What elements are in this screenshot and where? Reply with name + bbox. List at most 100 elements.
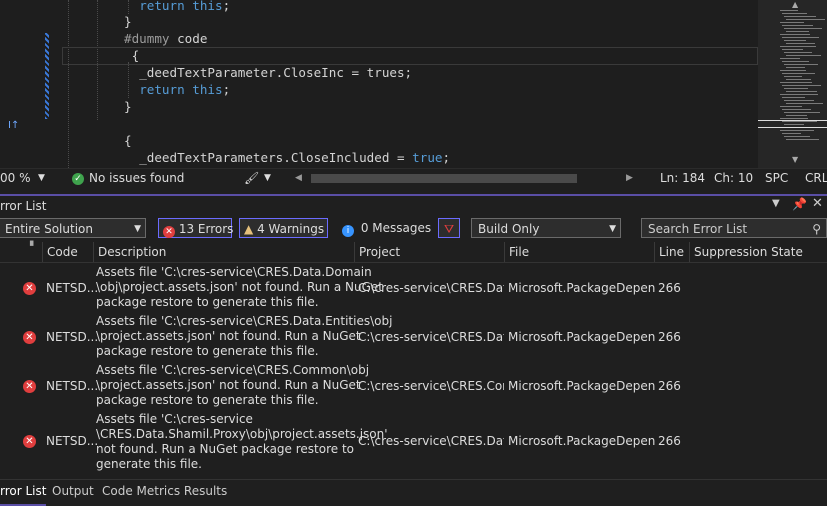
code-line[interactable]: { bbox=[132, 47, 140, 64]
column-description[interactable]: Description bbox=[93, 242, 354, 262]
code-token: ; bbox=[222, 0, 231, 13]
column-project[interactable]: Project bbox=[354, 242, 504, 262]
row-line: 266 bbox=[658, 281, 681, 295]
scroll-left-icon[interactable]: ◀ bbox=[295, 169, 302, 188]
minimap-line bbox=[782, 25, 813, 26]
zoom-dropdown-icon[interactable]: ▼ bbox=[38, 169, 45, 188]
minimap-line bbox=[784, 76, 802, 77]
issues-status[interactable]: No issues found bbox=[89, 169, 184, 188]
row-line: 266 bbox=[658, 379, 681, 393]
column-number[interactable]: Ch: 10 bbox=[714, 169, 753, 188]
indent-guide bbox=[128, 0, 129, 14]
minimap-line bbox=[786, 139, 819, 140]
column-code[interactable]: Code bbox=[42, 242, 93, 262]
row-code: NETSD... bbox=[46, 434, 99, 448]
search-box[interactable]: Search Error List ⚲ bbox=[641, 218, 827, 238]
minimap-line bbox=[782, 49, 803, 50]
error-list-rows[interactable]: ✕ NETSD... Assets file 'C:\cres-service\… bbox=[0, 263, 827, 477]
sort-glyph-icon[interactable]: ▘ bbox=[30, 242, 37, 252]
indent-guide bbox=[68, 0, 69, 168]
tab-code-metrics-results[interactable]: Code Metrics Results bbox=[102, 480, 227, 504]
editor-gutter: I↑ bbox=[0, 0, 60, 168]
code-line[interactable]: { bbox=[124, 132, 132, 149]
check-circle-icon: ✓ bbox=[72, 173, 84, 185]
code-line[interactable]: #dummy code bbox=[124, 30, 207, 47]
scope-value: Entire Solution bbox=[5, 222, 93, 236]
warnings-filter-button[interactable]: ▲ 4 Warnings bbox=[239, 218, 328, 238]
info-icon: i bbox=[342, 225, 354, 237]
line-number[interactable]: Ln: 184 bbox=[660, 169, 705, 188]
code-token: return bbox=[139, 0, 193, 13]
column-file[interactable]: File bbox=[504, 242, 654, 262]
indent-mode[interactable]: SPC bbox=[765, 169, 788, 188]
row-file: Microsoft.PackageDepend... bbox=[508, 434, 656, 448]
code-line[interactable]: } bbox=[124, 98, 132, 115]
code-line[interactable]: _deedTextParameters.CloseIncluded = true… bbox=[139, 149, 450, 166]
table-row[interactable]: ✕ NETSD... Assets file 'C:\cres-service\… bbox=[0, 314, 827, 362]
filter-icon: ⛛ bbox=[443, 222, 455, 236]
error-icon: ✕ bbox=[163, 226, 175, 238]
search-input[interactable]: Search Error List bbox=[648, 222, 747, 236]
minimap-line bbox=[784, 52, 812, 53]
scroll-up-icon[interactable]: ▲ bbox=[792, 0, 798, 9]
build-select[interactable]: Build Only ▼ bbox=[471, 218, 621, 238]
tab-error-list[interactable]: rror List bbox=[0, 480, 47, 506]
pin-icon[interactable]: 📌 bbox=[792, 197, 807, 211]
column-line[interactable]: Line bbox=[654, 242, 689, 262]
minimap-line bbox=[780, 118, 808, 119]
row-description: Assets file 'C:\cres-service\CRES.Data.E… bbox=[96, 314, 393, 358]
window-options-icon[interactable]: ▼ bbox=[772, 198, 780, 209]
code-line[interactable]: return this; bbox=[139, 0, 230, 14]
tool-window-tabs: rror List Output Code Metrics Results bbox=[0, 479, 827, 506]
code-editor[interactable]: I↑ return this;} #dummy code{_deedTextPar… bbox=[0, 0, 827, 168]
tab-output[interactable]: Output bbox=[52, 480, 94, 504]
minimap-line bbox=[780, 94, 818, 95]
code-token: ; bbox=[222, 82, 231, 97]
code-token: } bbox=[124, 14, 132, 29]
scroll-down-icon[interactable]: ▼ bbox=[792, 155, 798, 164]
cleanup-dropdown-icon[interactable]: ▼ bbox=[264, 169, 271, 188]
filter-button[interactable]: ⛛ bbox=[438, 218, 460, 238]
code-token: } bbox=[124, 99, 132, 114]
code-token: true bbox=[412, 150, 443, 165]
row-code: NETSD... bbox=[46, 281, 99, 295]
row-project: C:\cres-service\CRES.Data... bbox=[358, 330, 504, 344]
error-list-toolbar: Entire Solution ▼ ✕ 13 Errors ▲ 4 Warnin… bbox=[0, 214, 827, 242]
messages-filter-button[interactable]: i 0 Messages bbox=[342, 218, 431, 238]
scope-select[interactable]: Entire Solution ▼ bbox=[0, 218, 146, 238]
code-line[interactable]: } bbox=[124, 13, 132, 30]
cleanup-brush-icon[interactable]: 🖌 bbox=[244, 169, 259, 188]
scroll-right-icon[interactable]: ▶ bbox=[626, 169, 633, 188]
table-row[interactable]: ✕ NETSD... Assets file 'C:\cres-service\… bbox=[0, 265, 827, 313]
error-icon: ✕ bbox=[23, 435, 36, 448]
search-icon[interactable]: ⚲ bbox=[812, 219, 821, 239]
bookmark-icon[interactable]: I↑ bbox=[8, 120, 22, 132]
minimap-line bbox=[786, 55, 821, 56]
minimap-line bbox=[782, 73, 815, 74]
code-line[interactable]: _deedTextParameter.CloseInc = trues; bbox=[139, 64, 412, 81]
minimap-line bbox=[786, 43, 815, 44]
minimap[interactable]: ▲ ▼ bbox=[758, 0, 827, 168]
minimap-viewport[interactable] bbox=[758, 120, 827, 128]
zoom-level[interactable]: 00 % bbox=[0, 169, 31, 188]
minimap-line bbox=[784, 28, 822, 29]
close-icon[interactable]: ✕ bbox=[812, 196, 823, 211]
table-row[interactable]: ✕ NETSD... Assets file 'C:\cres-service\… bbox=[0, 363, 827, 411]
code-token: _deedTextParameters.CloseIncluded = bbox=[139, 150, 413, 165]
table-row[interactable]: ✕ NETSD... Assets file 'C:\cres-service … bbox=[0, 412, 827, 474]
code-token: ; bbox=[442, 150, 451, 165]
column-header-row: ▘ Code Description Project File Line Sup… bbox=[0, 242, 827, 263]
code-line[interactable]: return this; bbox=[139, 81, 230, 98]
column-suppression-state[interactable]: Suppression State bbox=[689, 242, 814, 262]
errors-count: 13 Errors bbox=[178, 222, 234, 236]
code-token: _deedTextParameter.CloseInc = trues; bbox=[139, 65, 413, 80]
indent-guide bbox=[128, 62, 129, 98]
minimap-line bbox=[784, 136, 810, 137]
horizontal-scrollbar[interactable] bbox=[311, 174, 577, 183]
row-file: Microsoft.PackageDepend... bbox=[508, 379, 656, 393]
minimap-line bbox=[786, 19, 825, 20]
code-token: { bbox=[131, 48, 140, 63]
errors-filter-button[interactable]: ✕ 13 Errors bbox=[158, 218, 234, 238]
minimap-line bbox=[780, 22, 804, 23]
line-ending[interactable]: CRLF bbox=[805, 169, 827, 188]
